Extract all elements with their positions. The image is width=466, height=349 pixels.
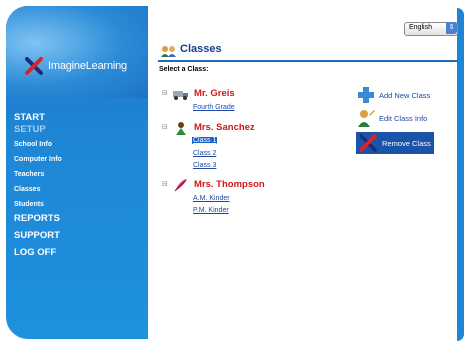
select-class-label: Select a Class:	[159, 66, 209, 73]
class-link-class-1[interactable]: Class 1	[192, 137, 218, 144]
remove-class-button[interactable]: Remove Class	[356, 132, 434, 154]
nav-support[interactable]: SUPPORT	[14, 231, 62, 241]
class-link-fourth-grade[interactable]: Fourth Grade	[193, 104, 235, 111]
sidebar-nav: START SETUP School Info Computer Info Te…	[14, 113, 62, 260]
app-window: ImagineLearning START SETUP School Info …	[0, 0, 466, 349]
collapse-icon[interactable]: ⊟	[162, 89, 172, 97]
nav-start[interactable]: START	[14, 113, 62, 123]
collapse-icon[interactable]: ⊟	[162, 123, 172, 131]
frame-right-edge	[457, 8, 464, 341]
language-select[interactable]: English ⇕	[404, 22, 458, 36]
teacher-name: Mrs. Thompson	[194, 178, 265, 190]
nav-classes[interactable]: Classes	[14, 186, 62, 195]
plus-icon	[356, 86, 376, 104]
person-edit-icon	[356, 109, 376, 127]
remove-x-icon	[358, 134, 378, 152]
content-panel	[150, 6, 460, 343]
add-new-class-label: Add New Class	[379, 90, 431, 100]
nav-school-info[interactable]: School Info	[14, 141, 62, 150]
nav-teachers[interactable]: Teachers	[14, 171, 62, 180]
teacher-name: Mr. Greis	[194, 87, 235, 99]
class-link-pm-kinder[interactable]: P.M. Kinder	[193, 207, 229, 214]
nav-log-off[interactable]: LOG OFF	[14, 248, 62, 258]
remove-class-label: Remove Class	[382, 138, 431, 148]
teacher-row-thompson[interactable]: ⊟ Mrs. Thompson	[162, 177, 265, 192]
logo: ImagineLearning	[24, 56, 127, 76]
sidebar-header	[6, 6, 148, 98]
nav-computer-info[interactable]: Computer Info	[14, 156, 62, 165]
logo-x-icon	[24, 56, 44, 76]
teacher-name: Mrs. Sanchez	[194, 121, 255, 133]
logo-text: ImagineLearning	[48, 60, 127, 72]
person-icon	[172, 120, 190, 135]
teacher-row-sanchez[interactable]: ⊟ Mrs. Sanchez	[162, 120, 255, 135]
class-link-class-2[interactable]: Class 2	[193, 150, 216, 157]
title-divider	[158, 60, 458, 62]
language-select-value: English	[409, 24, 432, 31]
nav-students[interactable]: Students	[14, 201, 62, 210]
add-new-class-button[interactable]: Add New Class	[356, 86, 430, 104]
collapse-icon[interactable]: ⊟	[162, 180, 172, 188]
nav-setup[interactable]: SETUP	[14, 125, 62, 135]
class-link-am-kinder[interactable]: A.M. Kinder	[193, 195, 230, 202]
teacher-row-greis[interactable]: ⊟ Mr. Greis	[162, 86, 235, 100]
sidebar: ImagineLearning START SETUP School Info …	[6, 6, 148, 339]
edit-class-info-label: Edit Class Info	[379, 113, 428, 123]
people-icon	[160, 42, 177, 57]
page-title: Classes	[180, 43, 222, 55]
class-link-class-3[interactable]: Class 3	[193, 162, 216, 169]
chevron-updown-icon: ⇕	[446, 22, 457, 34]
nav-reports[interactable]: REPORTS	[14, 214, 62, 224]
feather-icon	[172, 177, 190, 192]
edit-class-info-button[interactable]: Edit Class Info	[356, 109, 427, 127]
truck-icon	[172, 86, 190, 100]
